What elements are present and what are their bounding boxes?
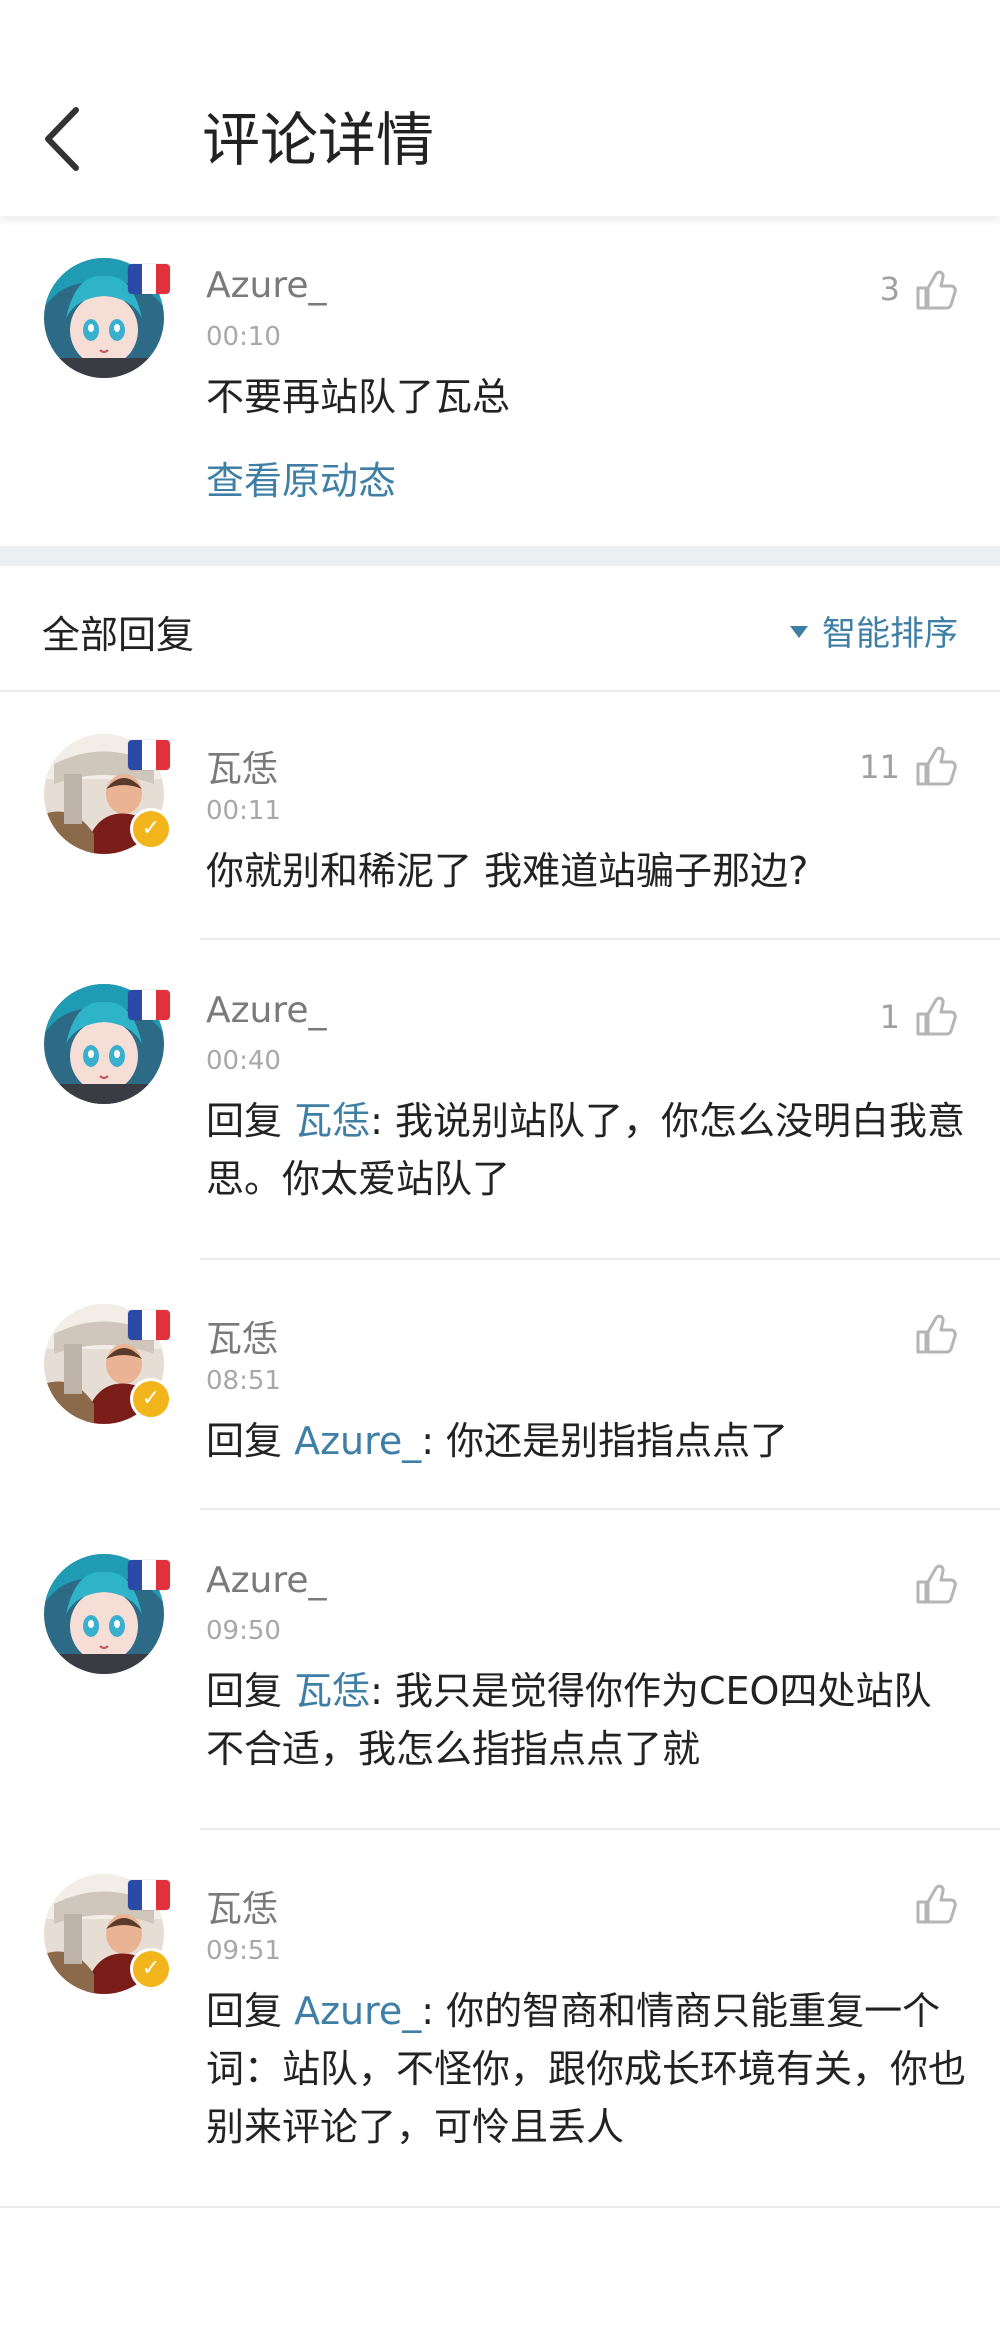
timestamp: 09:51 <box>206 1936 281 1966</box>
mention-link[interactable]: Azure_ <box>294 1419 421 1463</box>
france-flag-icon <box>128 990 170 1020</box>
divider <box>200 1508 1000 1510</box>
sort-label: 智能排序 <box>822 614 958 654</box>
username[interactable]: Azure_ <box>206 990 327 1031</box>
timestamp: 00:11 <box>206 796 281 826</box>
timestamp: 00:40 <box>206 1046 281 1076</box>
section-divider <box>0 546 1000 566</box>
thumbs-up-icon[interactable] <box>914 268 958 312</box>
france-flag-icon <box>128 1310 170 1340</box>
thumbs-up-icon[interactable] <box>914 1312 958 1356</box>
triangle-down-icon <box>790 625 808 638</box>
reply-prefix: 回复 <box>206 1419 295 1463</box>
reply-text: 你就别和稀泥了 我难道站骗子那边? <box>206 842 966 900</box>
reply-text: 回复 瓦恁: 我说别站队了，你怎么没明白我意思。你太爱站队了 <box>206 1092 966 1208</box>
france-flag-icon <box>128 740 170 770</box>
verified-badge-icon: ✓ <box>130 808 172 850</box>
like-count: 1 <box>879 998 900 1036</box>
top-bar: 评论详情 <box>0 0 1000 216</box>
timestamp: 08:51 <box>206 1366 281 1396</box>
username[interactable]: 瓦恁 <box>206 1310 278 1362</box>
verified-badge-icon: ✓ <box>130 1948 172 1990</box>
france-flag-icon <box>128 1880 170 1910</box>
thumbs-up-icon[interactable] <box>914 994 958 1038</box>
mention-link[interactable]: 瓦恁 <box>294 1669 370 1713</box>
thumbs-up-icon[interactable] <box>914 744 958 788</box>
thumbs-up-icon[interactable] <box>914 1882 958 1926</box>
mention-link[interactable]: Azure_ <box>294 1989 421 2033</box>
divider <box>200 1828 1000 1830</box>
divider <box>0 690 1000 692</box>
all-replies-title: 全部回复 <box>42 613 195 657</box>
username[interactable]: 瓦恁 <box>206 1880 278 1932</box>
timestamp: 00:10 <box>206 322 281 352</box>
reply-text: 回复 Azure_: 你还是别指指点点了 <box>206 1412 966 1470</box>
reply-prefix: 回复 <box>206 1669 295 1713</box>
divider <box>200 938 1000 940</box>
chevron-left-icon[interactable] <box>40 104 84 174</box>
reply-text: 回复 Azure_: 你的智商和情商只能重复一个词：站队，不怪你，跟你成长环境有… <box>206 1982 966 2156</box>
timestamp: 09:50 <box>206 1616 281 1646</box>
comment-text: 不要再站队了瓦总 <box>206 375 511 419</box>
view-original-link[interactable]: 查看原动态 <box>206 450 396 505</box>
username[interactable]: Azure_ <box>206 265 327 306</box>
like-count: 3 <box>879 270 900 308</box>
thumbs-up-icon[interactable] <box>914 1562 958 1606</box>
divider <box>200 1258 1000 1260</box>
list-end-divider <box>0 2206 1000 2208</box>
reply-body: : 你还是别指指点点了 <box>421 1419 789 1463</box>
verified-badge-icon: ✓ <box>130 1378 172 1420</box>
reply-body: 你就别和稀泥了 我难道站骗子那边? <box>206 849 809 893</box>
reply-prefix: 回复 <box>206 1989 295 2033</box>
france-flag-icon <box>128 1560 170 1590</box>
france-flag-icon <box>128 264 170 294</box>
page-title: 评论详情 <box>202 106 435 174</box>
reply-text: 回复 瓦恁: 我只是觉得你作为CEO四处站队不合适，我怎么指指点点了就 <box>206 1662 966 1778</box>
mention-link[interactable]: 瓦恁 <box>294 1099 370 1143</box>
sort-button[interactable]: 智能排序 <box>790 606 958 655</box>
username[interactable]: Azure_ <box>206 1560 327 1601</box>
username[interactable]: 瓦恁 <box>206 740 278 792</box>
reply-prefix: 回复 <box>206 1099 295 1143</box>
like-count: 11 <box>859 748 900 786</box>
